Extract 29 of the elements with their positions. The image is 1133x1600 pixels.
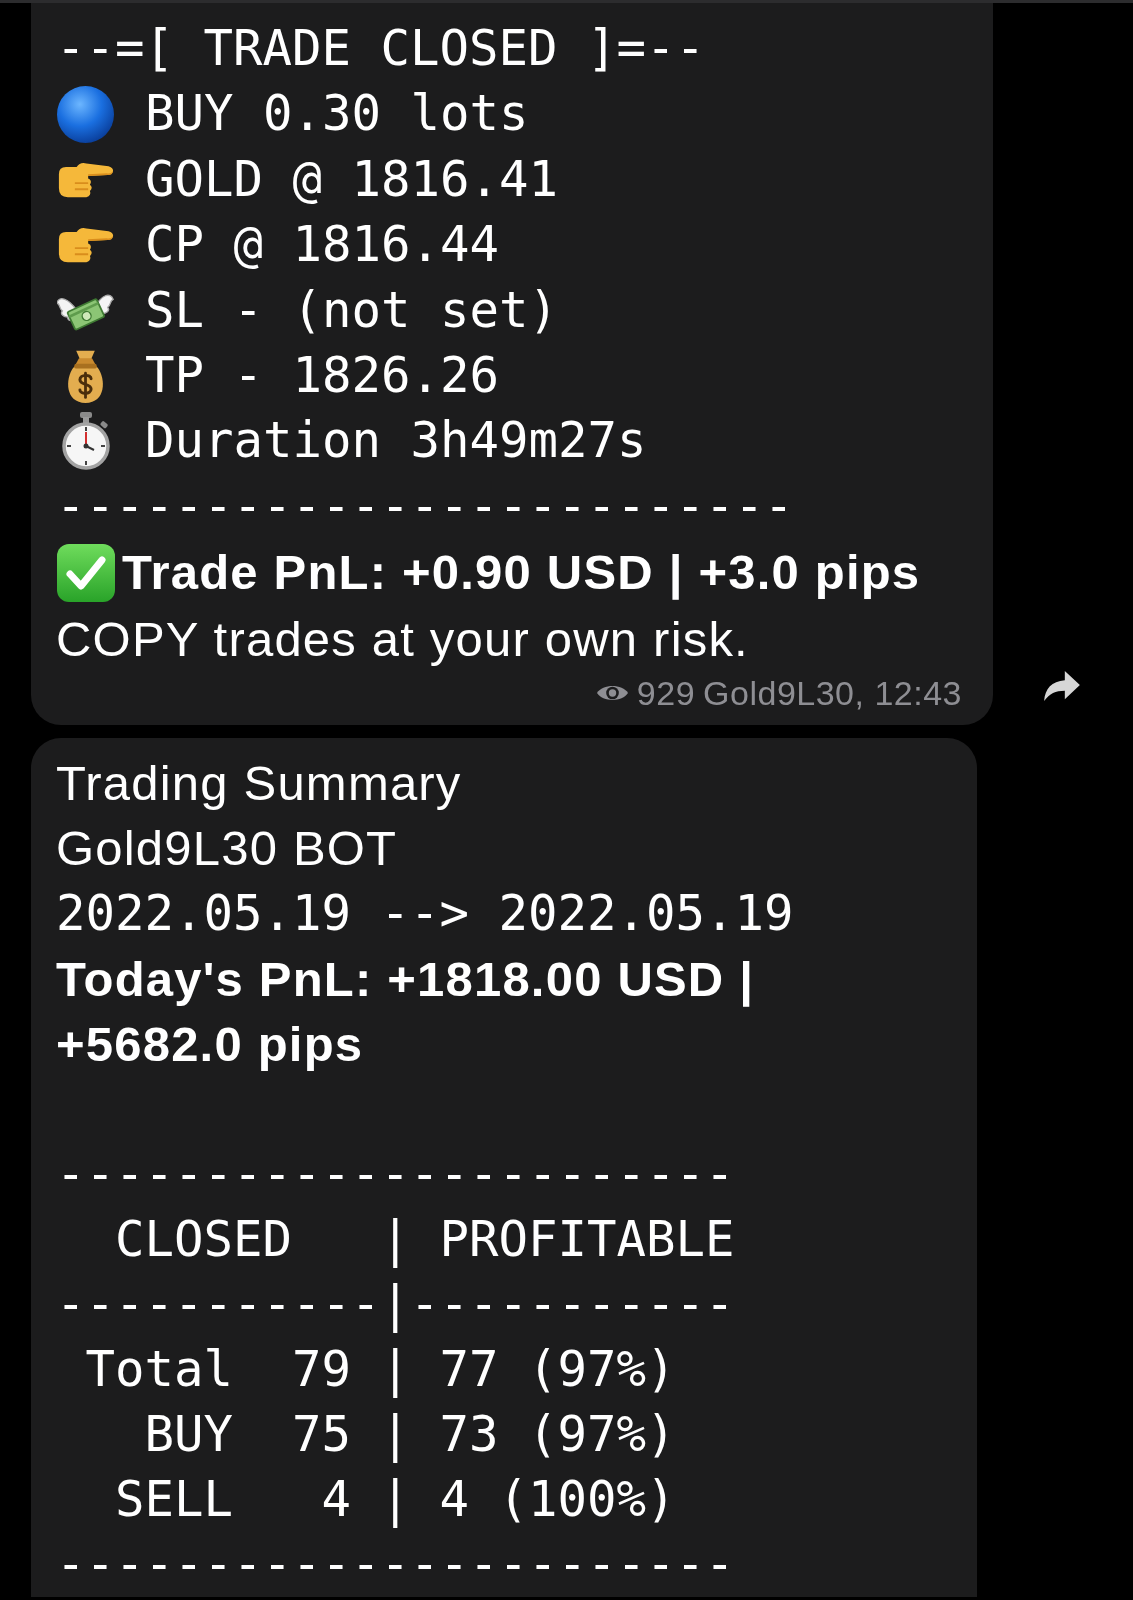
stats-table-line: -----------|----------- [56, 1275, 736, 1335]
stats-table-line: Total 79 | 77 (97%) [84, 1340, 677, 1401]
pointing-hand-icon [57, 225, 114, 265]
trade-detail: Duration 3h49m27s [145, 411, 647, 472]
view-count: 929 [636, 673, 696, 714]
disclaimer-text: COPY trades at your own risk. [56, 611, 750, 669]
trade-detail: SL - (not set) [145, 280, 558, 341]
stopwatch-icon [59, 412, 112, 471]
bot-name: Gold9L30 BOT [56, 820, 399, 878]
trade-pnl: Trade PnL: +0.90 USD | +3.0 pips [122, 544, 921, 602]
check-mark-icon [56, 543, 115, 602]
stats-table-line: SELL 4 | 4 (100%) [114, 1470, 677, 1531]
stats-table-line: ----------------------- [56, 1535, 736, 1596]
stats-table-line: BUY 75 | 73 (97%) [143, 1405, 677, 1466]
trade-detail: BUY 0.30 lots [145, 84, 529, 145]
date-range: 2022.05.19 --> 2022.05.19 [56, 884, 795, 945]
trade-detail: TP - 1826.26 [145, 346, 499, 407]
summary-title: Trading Summary [56, 755, 463, 813]
daily-pnl: Today's PnL: +1818.00 USD | +5682.0 pips [56, 950, 756, 1073]
pointing-hand-icon [57, 160, 114, 199]
stats-table-line: CLOSED | PROFITABLE [114, 1209, 736, 1270]
sender-and-time: Gold9L30, 12:43 [703, 673, 962, 714]
trade-detail: GOLD @ 1816.41 [145, 149, 558, 210]
dashed-rule: ------------------------- [56, 476, 795, 537]
forward-icon[interactable] [1043, 670, 1081, 703]
round-dot-icon [57, 85, 114, 143]
message-header: --=[ TRADE CLOSED ]=-- [56, 19, 706, 79]
trade-detail: CP @ 1816.44 [145, 215, 499, 276]
stats-table-line: ----------------------- [56, 1144, 736, 1205]
